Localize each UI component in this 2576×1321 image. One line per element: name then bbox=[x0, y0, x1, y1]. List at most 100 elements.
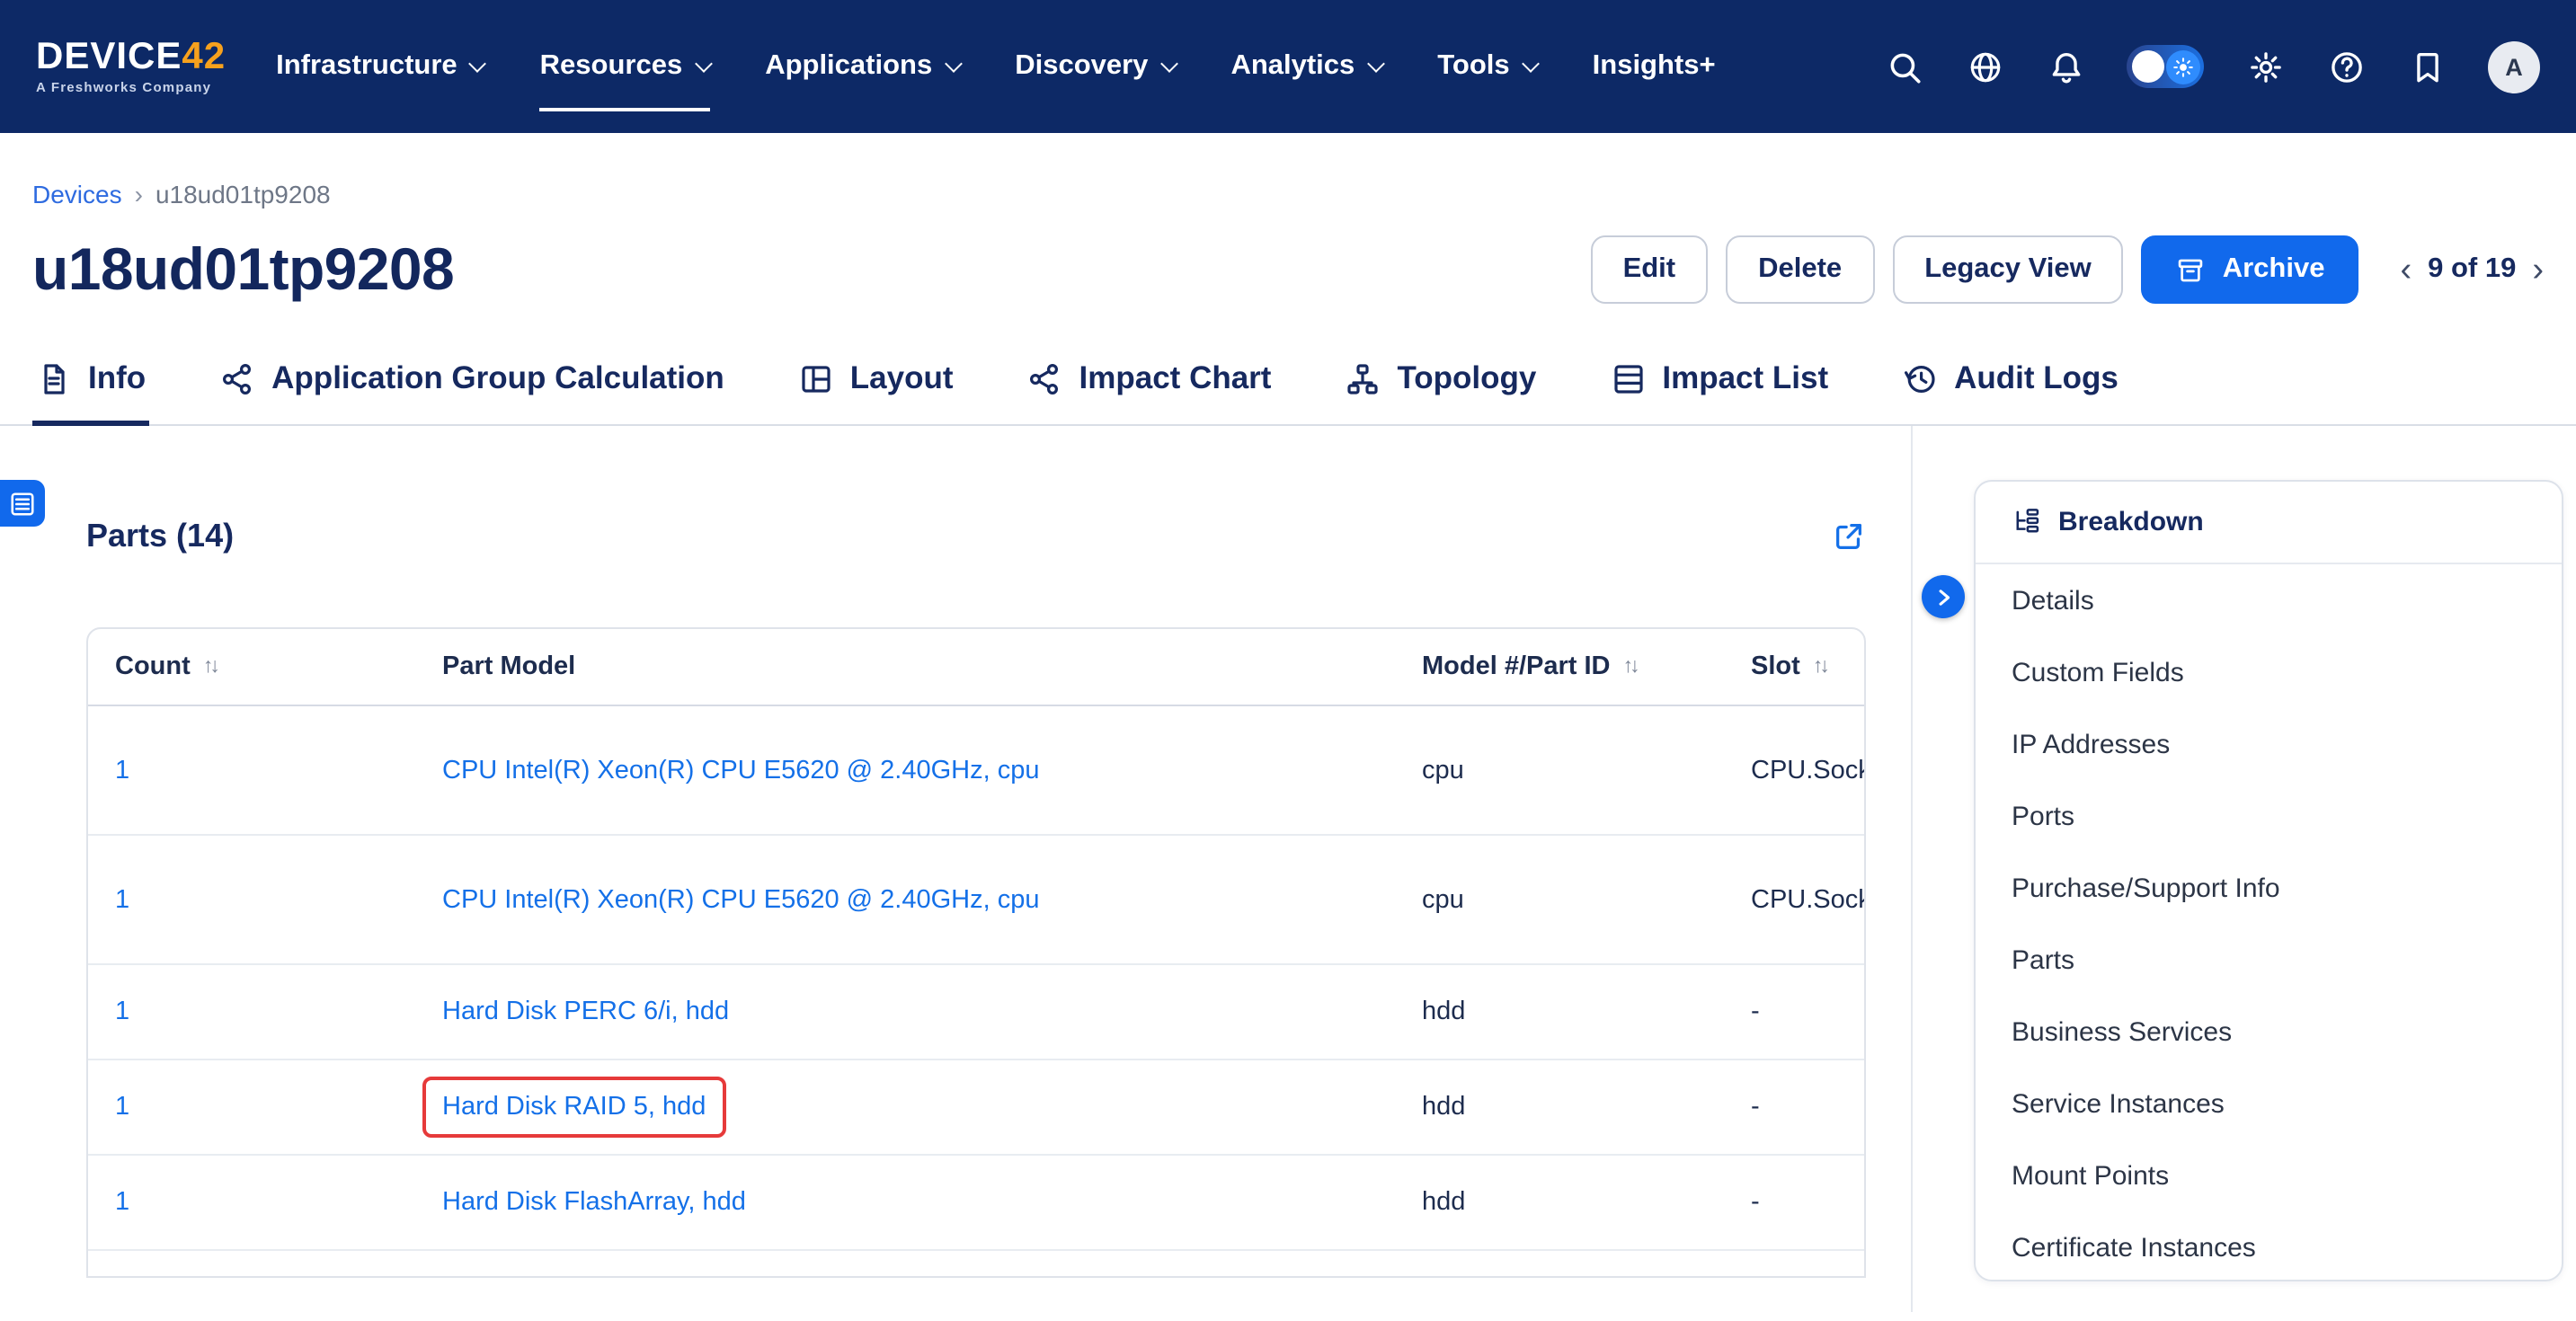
tab-audit-logs[interactable]: Audit Logs bbox=[1898, 359, 2122, 424]
calculation-icon bbox=[219, 360, 255, 396]
breakdown-item-parts[interactable]: Parts bbox=[1976, 924, 2562, 996]
tab-impact-list[interactable]: Impact List bbox=[1606, 359, 1832, 424]
breakdown-item-mount-points[interactable]: Mount Points bbox=[1976, 1139, 2562, 1211]
column-header-model-part-id[interactable]: Model #/Part ID ↑↓ bbox=[1422, 652, 1751, 681]
chevron-down-icon bbox=[1366, 54, 1384, 72]
edit-button[interactable]: Edit bbox=[1591, 235, 1709, 304]
model-part-id-cell: hdd bbox=[1422, 997, 1751, 1026]
breakdown-item-service-instances[interactable]: Service Instances bbox=[1976, 1068, 2562, 1139]
globe-icon[interactable] bbox=[1965, 47, 2004, 86]
slot-cell: - bbox=[1751, 997, 1864, 1026]
page-title: u18ud01tp9208 bbox=[32, 235, 454, 304]
nav-item-analytics[interactable]: Analytics bbox=[1230, 40, 1381, 93]
tab-application-group-calculation[interactable]: Application Group Calculation bbox=[216, 359, 728, 424]
column-label: Part Model bbox=[442, 652, 575, 681]
chevron-down-icon bbox=[694, 54, 712, 72]
archive-button[interactable]: Archive bbox=[2142, 235, 2359, 304]
part-model-link[interactable]: Hard Disk PERC 6/i, hdd bbox=[442, 997, 729, 1026]
parts-panel-title: Parts (14) bbox=[86, 518, 234, 555]
count-link[interactable]: 1 bbox=[115, 1188, 129, 1217]
pagination-label: 9 of 19 bbox=[2428, 253, 2516, 286]
legacy-view-button[interactable]: Legacy View bbox=[1892, 235, 2124, 304]
sort-icon: ↑↓ bbox=[203, 656, 217, 678]
sun-icon bbox=[2165, 49, 2199, 84]
breadcrumb-devices-link[interactable]: Devices bbox=[32, 180, 122, 208]
tab-info[interactable]: Info bbox=[32, 359, 149, 424]
nav-item-label: Tools bbox=[1437, 50, 1509, 83]
top-nav: DEVICE42 A Freshworks Company Infrastruc… bbox=[0, 0, 2576, 133]
help-icon[interactable] bbox=[2326, 47, 2366, 86]
chevron-down-icon bbox=[469, 54, 487, 72]
column-header-slot[interactable]: Slot ↑↓ bbox=[1751, 652, 1864, 681]
theme-toggle[interactable] bbox=[2127, 45, 2204, 88]
primary-nav: Infrastructure Resources Applications Di… bbox=[276, 40, 1716, 93]
bookmark-icon[interactable] bbox=[2407, 47, 2447, 86]
column-header-part-model[interactable]: Part Model bbox=[442, 652, 1422, 681]
logo-tagline: A Freshworks Company bbox=[36, 82, 226, 95]
device42-logo[interactable]: DEVICE42 A Freshworks Company bbox=[36, 39, 226, 95]
breakdown-header: Breakdown bbox=[1976, 482, 2562, 564]
nav-item-label: Resources bbox=[540, 50, 683, 83]
breakdown-item-ip-addresses[interactable]: IP Addresses bbox=[1976, 708, 2562, 780]
column-header-count[interactable]: Count ↑↓ bbox=[115, 652, 442, 681]
breakdown-item-purchase-support-info[interactable]: Purchase/Support Info bbox=[1976, 852, 2562, 924]
table-row: 1 CPU Intel(R) Xeon(R) CPU E5620 @ 2.40G… bbox=[88, 836, 1864, 965]
delete-button[interactable]: Delete bbox=[1726, 235, 1874, 304]
chevron-down-icon bbox=[1160, 54, 1178, 72]
tab-layout[interactable]: Layout bbox=[795, 359, 957, 424]
model-part-id-cell: hdd bbox=[1422, 1093, 1751, 1122]
breakdown-item-certificate-instances[interactable]: Certificate Instances bbox=[1976, 1211, 2562, 1281]
breakdown-item-ports[interactable]: Ports bbox=[1976, 780, 2562, 852]
column-label: Slot bbox=[1751, 652, 1800, 681]
archive-icon bbox=[2176, 254, 2207, 285]
toggle-knob bbox=[2132, 50, 2164, 83]
count-link[interactable]: 1 bbox=[115, 885, 129, 914]
parts-panel-header: Parts (14) bbox=[86, 518, 1866, 555]
parts-table-body: 1 CPU Intel(R) Xeon(R) CPU E5620 @ 2.40G… bbox=[88, 706, 1864, 1251]
part-model-link[interactable]: Hard Disk RAID 5, hdd bbox=[442, 1093, 706, 1122]
pagination-prev[interactable]: ‹ bbox=[2400, 253, 2412, 287]
tab-label: Audit Logs bbox=[1954, 359, 2119, 397]
part-model-link[interactable]: CPU Intel(R) Xeon(R) CPU E5620 @ 2.40GHz… bbox=[442, 756, 1039, 785]
tab-topology[interactable]: Topology bbox=[1341, 359, 1540, 424]
nav-item-infrastructure[interactable]: Infrastructure bbox=[276, 40, 484, 93]
part-model-cell: Hard Disk RAID 5, hdd bbox=[422, 1077, 725, 1138]
side-panel-toggle[interactable] bbox=[0, 480, 45, 527]
search-icon[interactable] bbox=[1884, 47, 1923, 86]
tab-label: Info bbox=[88, 359, 146, 397]
breakdown-collapse-button[interactable] bbox=[1922, 575, 1965, 618]
part-model-cell: Hard Disk FlashArray, hdd bbox=[442, 1186, 746, 1219]
nav-item-tools[interactable]: Tools bbox=[1437, 40, 1536, 93]
breakdown-item-custom-fields[interactable]: Custom Fields bbox=[1976, 636, 2562, 708]
nav-item-label: Insights+ bbox=[1593, 50, 1716, 83]
table-row: 1 CPU Intel(R) Xeon(R) CPU E5620 @ 2.40G… bbox=[88, 706, 1864, 836]
layout-icon bbox=[798, 360, 834, 396]
settings-icon[interactable] bbox=[2245, 47, 2285, 86]
breakdown-item-details[interactable]: Details bbox=[1976, 564, 2562, 636]
notifications-icon[interactable] bbox=[2046, 47, 2085, 86]
part-model-link[interactable]: Hard Disk FlashArray, hdd bbox=[442, 1188, 746, 1217]
parts-table-header: Count ↑↓ Part Model Model #/Part ID ↑↓ S… bbox=[88, 629, 1864, 706]
breakdown-item-business-services[interactable]: Business Services bbox=[1976, 996, 2562, 1068]
nav-item-insights[interactable]: Insights+ bbox=[1593, 40, 1716, 93]
count-link[interactable]: 1 bbox=[115, 756, 129, 785]
external-link-icon[interactable] bbox=[1832, 519, 1866, 554]
user-avatar[interactable]: A bbox=[2488, 40, 2540, 93]
action-buttons: EditDeleteLegacy View Archive ‹ 9 of 19 … bbox=[1591, 235, 2544, 304]
chevron-right-icon bbox=[1932, 585, 1955, 608]
tab-impact-chart[interactable]: Impact Chart bbox=[1024, 359, 1275, 424]
count-link[interactable]: 1 bbox=[115, 997, 129, 1026]
nav-item-label: Applications bbox=[765, 50, 932, 83]
part-model-link[interactable]: CPU Intel(R) Xeon(R) CPU E5620 @ 2.40GHz… bbox=[442, 885, 1039, 914]
tab-label: Impact List bbox=[1662, 359, 1828, 397]
tab-label: Topology bbox=[1397, 359, 1536, 397]
part-model-cell: Hard Disk PERC 6/i, hdd bbox=[442, 996, 729, 1028]
count-link[interactable]: 1 bbox=[115, 1093, 129, 1122]
nav-item-resources[interactable]: Resources bbox=[540, 40, 710, 93]
model-part-id-cell: cpu bbox=[1422, 885, 1751, 914]
nav-item-applications[interactable]: Applications bbox=[765, 40, 959, 93]
nav-item-discovery[interactable]: Discovery bbox=[1015, 40, 1175, 93]
pagination-next[interactable]: › bbox=[2532, 253, 2544, 287]
sort-icon: ↑↓ bbox=[1623, 656, 1637, 678]
title-row: u18ud01tp9208 EditDelete Legacy View Arch… bbox=[32, 230, 2544, 309]
